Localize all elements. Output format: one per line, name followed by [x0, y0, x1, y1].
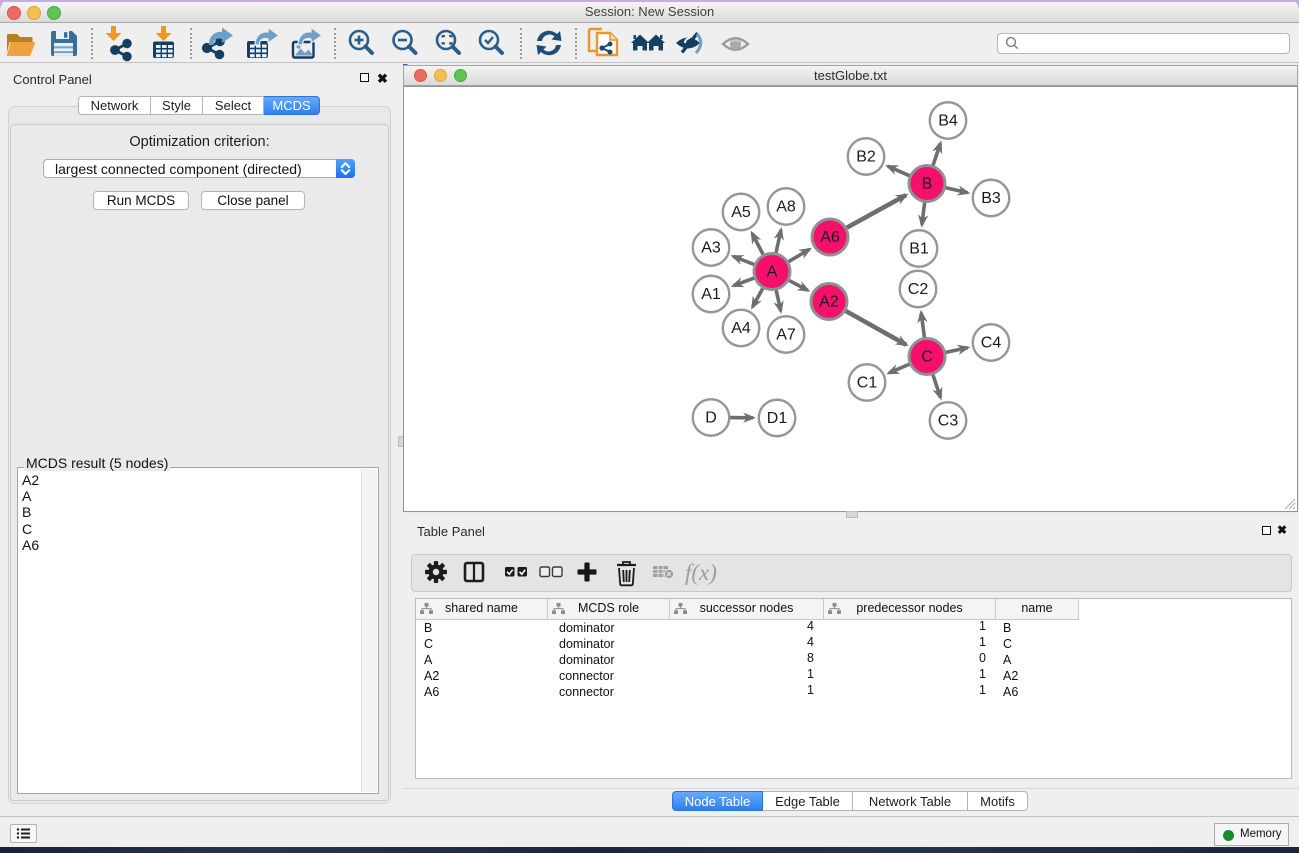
svg-text:D: D — [705, 410, 717, 427]
svg-text:A3: A3 — [701, 240, 721, 257]
svg-text:A4: A4 — [731, 320, 751, 337]
svg-text:C2: C2 — [908, 281, 929, 298]
svg-text:B2: B2 — [856, 149, 876, 166]
svg-text:f(x): f(x) — [685, 560, 717, 585]
svg-text:B: B — [922, 176, 933, 193]
svg-text:C: C — [921, 349, 933, 366]
svg-text:A8: A8 — [776, 199, 796, 216]
svg-text:A2: A2 — [819, 294, 839, 311]
svg-text:A6: A6 — [820, 229, 840, 246]
svg-text:B1: B1 — [909, 241, 929, 258]
svg-text:A5: A5 — [731, 204, 751, 221]
svg-text:C4: C4 — [981, 335, 1002, 352]
svg-text:C1: C1 — [857, 375, 878, 392]
svg-text:B3: B3 — [981, 190, 1001, 207]
svg-text:A7: A7 — [776, 327, 796, 344]
svg-text:C3: C3 — [938, 413, 959, 430]
svg-text:B4: B4 — [938, 113, 958, 130]
svg-text:A: A — [767, 264, 778, 281]
svg-text:D1: D1 — [767, 410, 788, 427]
svg-text:A1: A1 — [701, 286, 721, 303]
